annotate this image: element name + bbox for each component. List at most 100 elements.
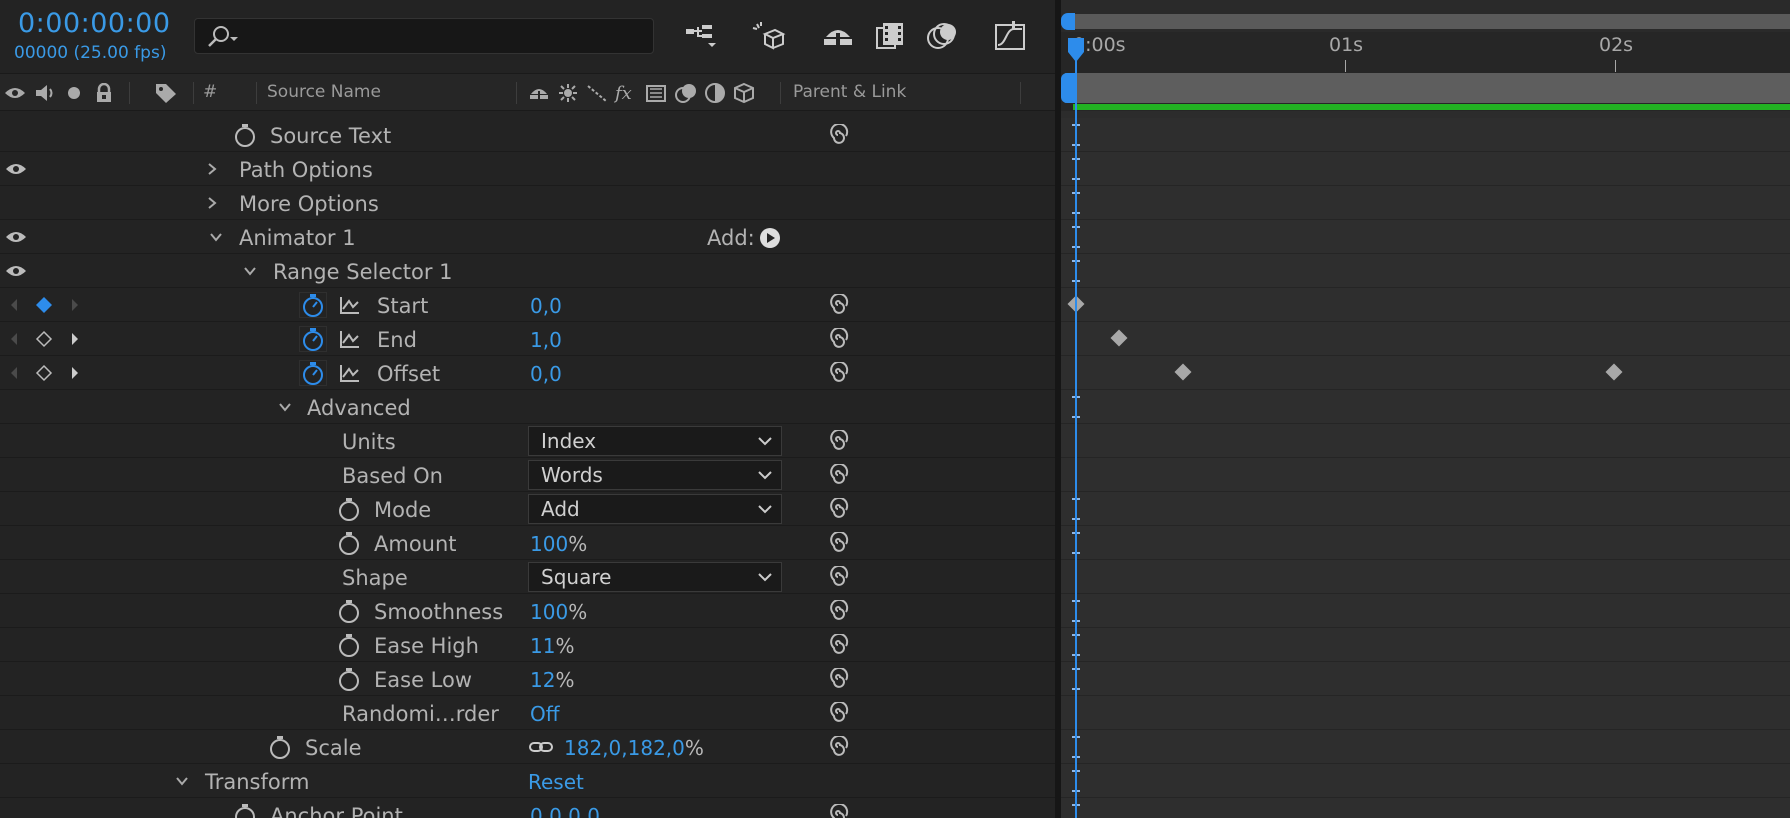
- chevron-down-icon[interactable]: [173, 772, 191, 790]
- chevron-down-icon[interactable]: [241, 262, 259, 280]
- track-path-options[interactable]: [1061, 152, 1790, 186]
- pickwhip-spiral-icon[interactable]: [826, 430, 850, 452]
- track-smoothness[interactable]: [1061, 594, 1790, 628]
- frame-blending-icon[interactable]: [870, 16, 910, 56]
- stopwatch-icon[interactable]: [268, 735, 292, 759]
- 3d-layer-cube-icon[interactable]: [731, 81, 757, 105]
- pickwhip-spiral-icon[interactable]: [826, 804, 850, 818]
- visibility-eye-icon[interactable]: [4, 261, 28, 281]
- pickwhip-spiral-icon[interactable]: [826, 566, 850, 588]
- stopwatch-active-icon[interactable]: [299, 326, 327, 352]
- time-ruler[interactable]: 0:00s 01s 02s: [1061, 32, 1790, 73]
- track-scale[interactable]: [1061, 730, 1790, 764]
- pickwhip-spiral-icon[interactable]: [826, 532, 850, 554]
- mode-dropdown[interactable]: Add: [528, 494, 782, 524]
- lock-icon[interactable]: [91, 81, 117, 105]
- property-value[interactable]: 11: [530, 634, 555, 658]
- work-area-start-handle[interactable]: [1061, 73, 1075, 103]
- keyframe-diamond[interactable]: [1174, 363, 1192, 381]
- property-value[interactable]: 100: [530, 532, 568, 556]
- next-keyframe-icon[interactable]: [65, 329, 85, 349]
- chevron-down-icon[interactable]: [207, 228, 225, 246]
- pickwhip-spiral-icon[interactable]: [826, 736, 850, 758]
- property-value[interactable]: Off: [530, 702, 560, 726]
- next-keyframe-icon[interactable]: [65, 295, 85, 315]
- search-input[interactable]: [194, 18, 654, 54]
- track-ease-low[interactable]: [1061, 662, 1790, 696]
- prev-keyframe-icon[interactable]: [4, 295, 24, 315]
- visibility-eye-icon[interactable]: [4, 227, 28, 247]
- pickwhip-spiral-icon[interactable]: [826, 294, 850, 316]
- property-value[interactable]: 182,0,182,0: [564, 736, 685, 760]
- adjustment-layer-icon[interactable]: [702, 81, 728, 105]
- track-ease-high[interactable]: [1061, 628, 1790, 662]
- track-start[interactable]: [1061, 288, 1790, 322]
- stopwatch-icon[interactable]: [233, 123, 257, 147]
- draft-3d-icon[interactable]: [749, 16, 789, 56]
- track-based-on[interactable]: [1061, 458, 1790, 492]
- units-dropdown[interactable]: Index: [528, 426, 782, 456]
- property-row-advanced[interactable]: Advanced: [0, 390, 1055, 424]
- track-offset[interactable]: [1061, 356, 1790, 390]
- track-shape[interactable]: [1061, 560, 1790, 594]
- effects-fx-icon[interactable]: fx: [614, 81, 640, 105]
- property-row-animator-1[interactable]: Animator 1 Add:: [0, 220, 1055, 254]
- time-navigator-track[interactable]: [1065, 14, 1790, 29]
- reset-link[interactable]: Reset: [528, 770, 584, 794]
- graph-editor-icon[interactable]: [990, 16, 1030, 56]
- chevron-down-icon[interactable]: [276, 398, 294, 416]
- property-value[interactable]: 0,0: [530, 294, 562, 318]
- keyframe-diamond[interactable]: [1605, 363, 1623, 381]
- work-area-bar[interactable]: [1065, 73, 1790, 103]
- pickwhip-spiral-icon[interactable]: [826, 328, 850, 350]
- collapse-sun-icon[interactable]: [555, 81, 581, 105]
- constrain-proportions-link-icon[interactable]: [527, 736, 555, 758]
- stopwatch-active-icon[interactable]: [299, 292, 327, 318]
- track-anchor-point[interactable]: [1061, 798, 1790, 818]
- chevron-right-icon[interactable]: [203, 194, 221, 212]
- pickwhip-spiral-icon[interactable]: [826, 498, 850, 520]
- prev-keyframe-icon[interactable]: [4, 363, 24, 383]
- chevron-right-icon[interactable]: [203, 160, 221, 178]
- keyframe-diamond-active-icon[interactable]: [34, 295, 54, 315]
- pickwhip-spiral-icon[interactable]: [826, 634, 850, 656]
- pickwhip-spiral-icon[interactable]: [826, 600, 850, 622]
- pickwhip-spiral-icon[interactable]: [826, 464, 850, 486]
- composition-flowchart-icon[interactable]: [681, 16, 721, 56]
- work-area[interactable]: [1061, 73, 1790, 111]
- time-navigator[interactable]: [1061, 0, 1790, 32]
- property-value[interactable]: 0,0,0,0: [530, 804, 600, 818]
- track-units[interactable]: [1061, 424, 1790, 458]
- property-row-path-options[interactable]: Path Options: [0, 152, 1055, 186]
- track-end[interactable]: [1061, 322, 1790, 356]
- track-source-text[interactable]: [1061, 118, 1790, 152]
- next-keyframe-icon[interactable]: [65, 363, 85, 383]
- stopwatch-icon[interactable]: [233, 803, 257, 818]
- keyframe-diamond-icon[interactable]: [34, 363, 54, 383]
- time-navigator-start-handle[interactable]: [1061, 13, 1075, 30]
- property-value[interactable]: 100: [530, 600, 568, 624]
- keyframe-diamond[interactable]: [1110, 329, 1128, 347]
- pickwhip-spiral-icon[interactable]: [826, 124, 850, 146]
- property-value[interactable]: 0,0: [530, 362, 562, 386]
- track-amount[interactable]: [1061, 526, 1790, 560]
- playhead-line[interactable]: [1075, 40, 1077, 818]
- track-randomize-order[interactable]: [1061, 696, 1790, 730]
- track-advanced[interactable]: [1061, 390, 1790, 424]
- stopwatch-icon[interactable]: [337, 633, 361, 657]
- column-parent-link[interactable]: Parent & Link: [793, 82, 906, 102]
- motion-blur-switch-icon[interactable]: [673, 81, 699, 105]
- visibility-eye-icon[interactable]: [4, 159, 28, 179]
- solo-dot-icon[interactable]: [61, 81, 87, 105]
- track-range-selector-1[interactable]: [1061, 254, 1790, 288]
- stopwatch-active-icon[interactable]: [299, 360, 327, 386]
- column-number[interactable]: #: [203, 82, 217, 102]
- column-source-name[interactable]: Source Name: [267, 82, 381, 102]
- stopwatch-icon[interactable]: [337, 599, 361, 623]
- track-transform[interactable]: [1061, 764, 1790, 798]
- property-row-transform[interactable]: Transform Reset: [0, 764, 1055, 798]
- prev-keyframe-icon[interactable]: [4, 329, 24, 349]
- shy-switch-icon[interactable]: [526, 81, 552, 105]
- stopwatch-icon[interactable]: [337, 497, 361, 521]
- playhead-handle-icon[interactable]: [1066, 38, 1086, 64]
